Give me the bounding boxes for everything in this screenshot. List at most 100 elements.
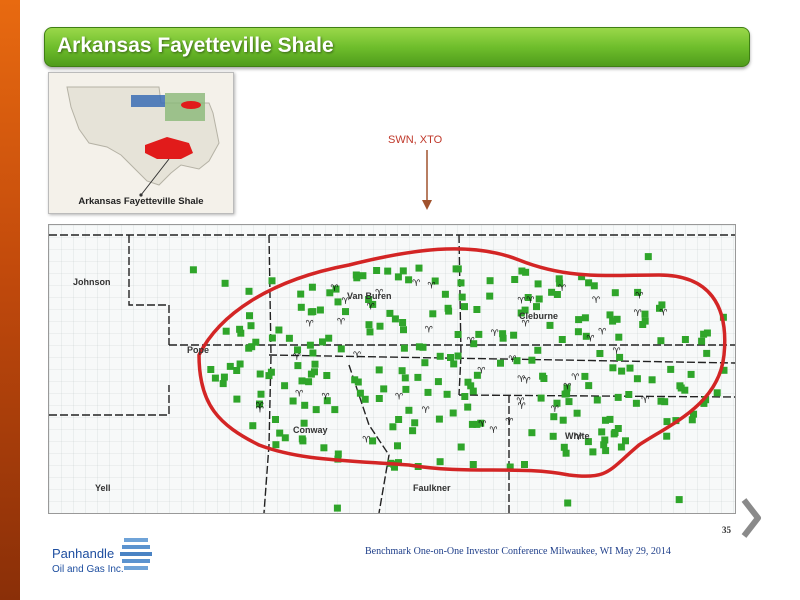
well-marker — [602, 416, 609, 424]
well-marker — [565, 398, 573, 406]
well-marker — [285, 334, 293, 342]
well-marker — [657, 397, 665, 405]
rig-marker: ♈ — [367, 303, 376, 313]
well-marker — [221, 279, 229, 287]
well-marker — [359, 272, 367, 280]
rig-marker: ♈ — [306, 320, 315, 330]
well-marker — [316, 306, 324, 314]
slide-title: Arkansas Fayetteville Shale — [57, 34, 334, 57]
rig-marker: ♈ — [526, 296, 535, 306]
chevron-right-icon[interactable] — [738, 496, 764, 540]
well-marker — [521, 461, 528, 468]
well-marker — [549, 432, 557, 440]
well-marker — [402, 385, 410, 393]
well-marker — [713, 389, 721, 397]
well-marker — [411, 419, 419, 427]
well-marker — [560, 443, 568, 451]
rig-marker: ♈ — [293, 353, 302, 363]
well-marker — [308, 283, 316, 291]
well-marker — [257, 390, 265, 398]
well-marker — [211, 374, 219, 382]
well-marker — [633, 375, 641, 383]
well-marker — [307, 370, 315, 378]
well-marker — [475, 330, 483, 338]
well-marker — [667, 365, 675, 373]
well-marker — [319, 338, 326, 346]
well-marker — [415, 343, 423, 351]
rig-marker: ♈ — [659, 308, 668, 318]
well-marker — [581, 314, 589, 322]
well-marker — [409, 427, 417, 435]
well-marker — [575, 316, 583, 324]
rig-marker: ♈ — [491, 329, 500, 339]
well-marker — [457, 443, 465, 451]
well-marker — [365, 321, 373, 329]
rig-marker: ♈ — [425, 326, 434, 336]
well-marker — [245, 344, 253, 352]
well-marker — [606, 311, 614, 319]
well-marker — [618, 367, 626, 375]
county-label-yell: Yell — [95, 483, 111, 493]
well-marker — [400, 344, 408, 352]
down-arrow-icon — [422, 150, 432, 210]
rig-marker: ♈ — [489, 426, 498, 436]
well-marker — [644, 253, 652, 261]
logo-name: Panhandle — [52, 546, 115, 561]
well-marker — [537, 394, 545, 402]
rig-marker: ♈ — [362, 436, 371, 446]
rig-marker: ♈ — [563, 383, 572, 393]
well-marker — [454, 265, 462, 273]
well-marker — [681, 336, 689, 343]
well-marker — [247, 322, 255, 330]
well-marker — [268, 277, 276, 285]
fayetteville-shale-map: ♈ ♈ ♈ ♈ ♈ ♈ ♈ ♈ ♈ ♈ ♈ ♈ ♈ ♈ ♈ ♈ ♈ ♈ ♈ ♈ ♈ ♈ ♈ ♈ ♈ ♈ ♈ ♈ ♈ ♈ ♈ ♈ ♈ ♈ ♈ ♈ ♈ ♈ ♈ ♈… — [48, 224, 736, 514]
operator-annotation: SWN, XTO — [388, 134, 443, 146]
rig-marker: ♈ — [592, 296, 601, 306]
well-marker — [559, 416, 567, 424]
well-marker — [272, 416, 279, 423]
rig-marker: ♈ — [256, 405, 265, 415]
well-marker — [320, 444, 328, 452]
well-marker — [236, 325, 244, 333]
inset-caption: Arkansas Fayetteville Shale — [78, 196, 204, 207]
well-marker — [380, 385, 388, 393]
well-marker — [394, 442, 401, 450]
county-label-faulkner: Faulkner — [413, 483, 451, 493]
footer-conference-text: Benchmark One-on-One Investor Conference… — [365, 546, 671, 557]
well-marker — [233, 395, 241, 403]
well-marker — [657, 337, 665, 345]
well-marker — [581, 372, 589, 380]
well-marker — [405, 406, 413, 414]
rig-marker: ♈ — [295, 390, 304, 400]
well-marker — [615, 333, 623, 341]
well-marker — [356, 389, 364, 397]
well-marker — [461, 303, 468, 311]
well-marker — [384, 267, 392, 275]
well-marker — [275, 326, 283, 334]
well-marker — [626, 364, 634, 372]
well-marker — [687, 370, 695, 378]
well-marker — [297, 303, 305, 311]
well-marker — [614, 425, 622, 432]
page-number: 35 — [722, 525, 731, 535]
well-marker — [435, 415, 443, 423]
well-marker — [252, 338, 260, 346]
well-marker — [663, 432, 671, 440]
well-marker — [373, 267, 381, 274]
rig-marker: ♈ — [412, 279, 421, 289]
well-marker — [405, 276, 413, 284]
well-marker — [436, 458, 444, 466]
well-marker — [573, 409, 581, 417]
well-marker — [611, 289, 619, 297]
well-marker — [233, 367, 241, 374]
rig-marker: ♈ — [337, 317, 346, 327]
well-marker — [436, 352, 444, 360]
well-marker — [534, 280, 542, 288]
well-marker — [564, 499, 572, 507]
well-marker — [454, 331, 462, 338]
well-marker — [598, 428, 606, 436]
rig-marker: ♈ — [517, 296, 526, 306]
well-marker — [245, 287, 253, 295]
well-marker — [415, 264, 423, 272]
well-marker — [613, 315, 621, 323]
